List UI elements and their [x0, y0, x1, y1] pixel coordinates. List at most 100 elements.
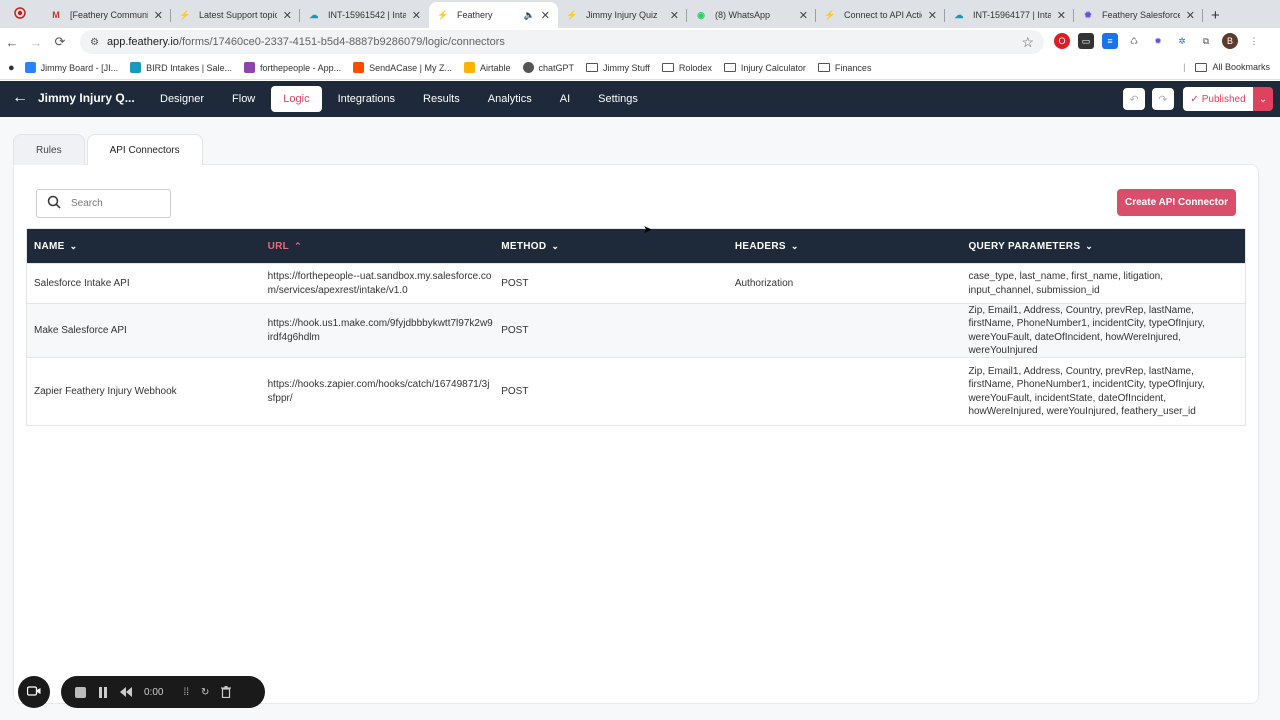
nav-tab-flow[interactable]: Flow [220, 86, 267, 112]
reload-button[interactable]: ⟳ [48, 34, 72, 50]
column-header-method[interactable]: METHOD ⌄ [494, 241, 728, 252]
bookmark-item[interactable]: forthepeople - App... [244, 62, 341, 73]
url-path: /forms/17460ce0-2337-4151-b5d4-8887b9286… [178, 36, 505, 48]
browser-tab[interactable]: ⚡ Latest Support topics ✕ [171, 2, 300, 28]
browser-tab-title: INT-15964177 | Intake [973, 10, 1051, 20]
folder-icon [1195, 62, 1208, 72]
table-row[interactable]: Salesforce Intake API https://forthepeopl… [27, 263, 1245, 303]
restart-icon[interactable]: ↻ [201, 687, 209, 698]
nav-tab-results[interactable]: Results [411, 86, 472, 112]
url-bar[interactable]: ⚙ app.feathery.io/forms/17460ce0-2337-41… [80, 30, 1044, 54]
logic-tabs: Rules API Connectors [13, 134, 205, 165]
nav-tab-ai[interactable]: AI [548, 86, 582, 112]
close-tab-icon[interactable]: ✕ [283, 9, 292, 22]
connector-name: Zapier Feathery Injury Webhook [34, 385, 177, 397]
bookmark-label: chatGPT [538, 62, 575, 73]
column-header-query-parameters[interactable]: QUERY PARAMETERS ⌄ [961, 241, 1245, 252]
browser-tab[interactable]: ☁ INT-15961542 | Intake ✕ [300, 2, 429, 28]
folder-icon [723, 63, 736, 72]
browser-tab[interactable]: ✹ Feathery Salesforce ✕ [1074, 2, 1203, 28]
nav-tab-designer[interactable]: Designer [148, 86, 216, 112]
puzzle-extension-icon[interactable]: ⧉ [1198, 33, 1214, 49]
publish-dropdown-button[interactable]: ⌄ [1253, 87, 1273, 111]
bookmark-item[interactable]: Jimmy Board - [JI... [24, 62, 118, 73]
cell-method: POST [494, 358, 728, 425]
column-header-name[interactable]: NAME ⌄ [27, 241, 261, 252]
bookmark-item[interactable]: chatGPT [522, 62, 575, 73]
gear-extension-icon[interactable]: ✹ [1150, 33, 1166, 49]
tab-api-connectors[interactable]: API Connectors [86, 134, 203, 165]
browser-tab[interactable]: ☁ INT-15964177 | Intake ✕ [945, 2, 1074, 28]
column-header-headers[interactable]: HEADERS ⌄ [728, 241, 962, 252]
nav-tab-analytics[interactable]: Analytics [476, 86, 544, 112]
site-settings-icon[interactable]: ⚙ [90, 37, 99, 48]
opera-extension-icon[interactable]: O [1054, 33, 1070, 49]
stack-extension-icon[interactable]: ≡ [1102, 33, 1118, 49]
close-tab-icon[interactable]: ✕ [154, 9, 163, 22]
browser-tab[interactable]: ⚡ Jimmy Injury Quiz ✕ [558, 2, 687, 28]
forward-button[interactable]: → [24, 35, 48, 50]
bookmark-item[interactable]: Jimmy Stuff [586, 63, 650, 73]
chevron-down-icon: ⌄ [1258, 93, 1268, 105]
jira-icon [24, 62, 36, 73]
browser-tab-title: INT-15961542 | Intake [328, 10, 406, 20]
column-header-url[interactable]: URL ⌃ [261, 241, 495, 252]
back-button[interactable]: ← [0, 35, 24, 50]
connector-url: https://forthepeople--uat.sandbox.my.sal… [267, 271, 492, 296]
bookmark-item[interactable]: Airtable [463, 62, 511, 73]
rewind-button[interactable] [120, 687, 132, 697]
close-tab-icon[interactable]: ✕ [1186, 9, 1195, 22]
close-tab-icon[interactable]: ✕ [670, 9, 679, 22]
bookmark-item[interactable]: Rolodex [661, 63, 712, 73]
screen-extension-icon[interactable]: ▭ [1078, 33, 1094, 49]
browser-tab[interactable]: ⚡ Feathery 🔈 ✕ [429, 2, 558, 28]
connector-query: Zip, Email1, Address, Country, prevRep, … [968, 365, 1205, 418]
new-tab-button[interactable]: + [1211, 2, 1220, 28]
bookmark-item[interactable]: BIRD Intakes | Sale... [130, 62, 232, 73]
all-bookmarks-button[interactable]: | All Bookmarks [1183, 62, 1270, 72]
trash-icon[interactable] [221, 686, 232, 698]
search-input[interactable]: Search [36, 189, 171, 218]
browser-tab[interactable]: M [Feathery Community ✕ [42, 2, 171, 28]
close-tab-icon[interactable]: ✕ [541, 9, 550, 22]
redo-button[interactable]: ↷ [1152, 88, 1174, 110]
profile-avatar[interactable]: B [1222, 33, 1238, 49]
form-title[interactable]: Jimmy Injury Q... [38, 91, 135, 105]
nav-tab-settings[interactable]: Settings [586, 86, 650, 112]
camera-button[interactable] [18, 676, 50, 708]
cell-query: Zip, Email1, Address, Country, prevRep, … [961, 358, 1245, 425]
airtable-icon [463, 62, 475, 73]
grid-icon[interactable]: ⁞⁞ [183, 687, 189, 698]
nav-tab-logic[interactable]: Logic [271, 86, 322, 112]
browser-tab[interactable]: ◉ (8) WhatsApp ✕ [687, 2, 816, 28]
nav-tab-integrations[interactable]: Integrations [326, 86, 407, 112]
bookmark-item[interactable]: Injury Calculator [723, 63, 806, 73]
browser-menu-icon[interactable]: ⋮ [1246, 33, 1262, 49]
column-header-label: URL [267, 240, 290, 252]
table-row[interactable]: Make Salesforce API https://hook.us1.make… [27, 303, 1245, 357]
stop-button[interactable] [75, 686, 86, 698]
bookmark-item[interactable]: Finances [817, 63, 871, 73]
feathery-icon: ⚡ [566, 9, 578, 20]
bookmark-star-icon[interactable]: ☆ [1021, 34, 1034, 51]
tab-pinned-record[interactable] [14, 2, 42, 28]
browser-tab[interactable]: ⚡ Connect to API Action ✕ [816, 2, 945, 28]
bookmark-label: SendACase | My Z... [369, 62, 452, 73]
close-tab-icon[interactable]: ✕ [928, 9, 937, 22]
create-api-connector-button[interactable]: Create API Connector [1117, 189, 1236, 216]
app-nav: Designer Flow Logic Integrations Results Anal… [148, 86, 654, 112]
undo-button[interactable]: ↶ [1123, 88, 1145, 110]
speaker-icon[interactable]: 🔈 [524, 10, 535, 21]
tab-rules[interactable]: Rules [13, 134, 85, 165]
bookmark-item[interactable]: SendACase | My Z... [353, 62, 452, 73]
table-row[interactable]: Zapier Feathery Injury Webhook https://ho… [27, 357, 1245, 425]
back-arrow-icon[interactable]: ← [12, 89, 28, 107]
close-tab-icon[interactable]: ✕ [799, 9, 808, 22]
close-tab-icon[interactable]: ✕ [1057, 9, 1066, 22]
close-tab-icon[interactable]: ✕ [412, 9, 421, 22]
published-button[interactable]: ✓ Published [1183, 87, 1253, 111]
settings-extension-icon[interactable]: ✲ [1174, 33, 1190, 49]
pause-button[interactable] [98, 686, 108, 698]
github-icon[interactable]: ● [8, 62, 15, 74]
recycle-extension-icon[interactable]: ♺ [1126, 33, 1142, 49]
